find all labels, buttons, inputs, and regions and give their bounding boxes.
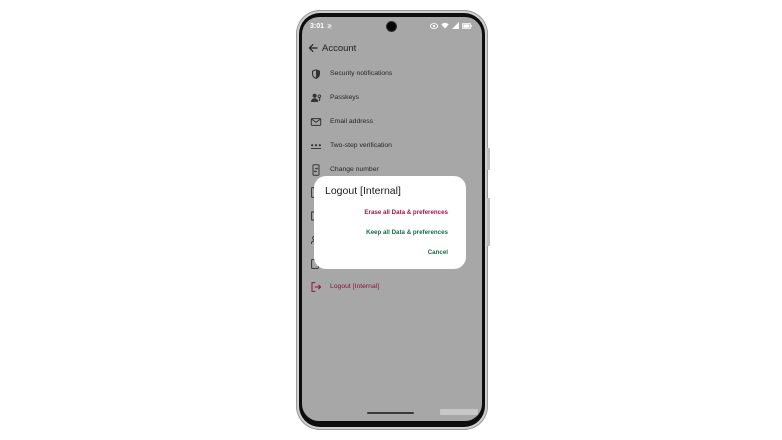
menu-item-two-step-verification[interactable]: Two-step verification (302, 138, 482, 156)
battery-icon (462, 22, 472, 29)
menu-item-label: Passkeys (330, 94, 360, 101)
erase-data-button[interactable]: Erase all Data & preferences (364, 209, 448, 216)
logout-icon (311, 282, 322, 292)
menu-item-passkeys[interactable]: Passkeys (302, 90, 482, 108)
keep-data-button[interactable]: Keep all Data & preferences (366, 229, 448, 236)
pin-dots-icon (311, 144, 321, 149)
passkey-person-icon (311, 93, 322, 102)
menu-item-logout[interactable]: Logout [Internal] (302, 279, 482, 297)
phone-swap-icon (312, 164, 320, 176)
app-bar: Account (302, 39, 482, 59)
notification-icon: ≷ (327, 24, 333, 30)
page-title: Account (322, 43, 357, 54)
cancel-button[interactable]: Cancel (428, 249, 448, 256)
power-button (487, 198, 490, 246)
envelope-icon (310, 118, 322, 126)
signal-icon (452, 22, 459, 29)
front-camera (387, 22, 396, 31)
volume-button (487, 148, 490, 170)
status-time: 3:01 (310, 23, 325, 30)
status-icons (430, 22, 472, 29)
eye-icon (430, 22, 438, 29)
menu-item-security-notifications[interactable]: Security notifications (302, 66, 482, 84)
menu-item-label: Email address (330, 118, 374, 125)
gesture-nav-bar[interactable] (367, 412, 414, 414)
menu-item-label: Two-step verification (330, 142, 392, 149)
menu-item-label: Security notifications (330, 70, 393, 77)
menu-item-label: Change number (330, 166, 379, 173)
device-watermark (440, 409, 478, 415)
status-bar: 3:01 ≷ (302, 17, 482, 37)
wifi-icon (441, 22, 449, 29)
menu-item-label: Logout [Internal] (330, 283, 380, 290)
shield-icon (312, 69, 320, 79)
arrow-left-icon[interactable] (307, 42, 319, 54)
dialog-title: Logout [Internal] (325, 185, 401, 197)
menu-item-email-address[interactable]: Email address (302, 114, 482, 132)
logout-dialog: Logout [Internal] Erase all Data & prefe… (314, 176, 466, 269)
